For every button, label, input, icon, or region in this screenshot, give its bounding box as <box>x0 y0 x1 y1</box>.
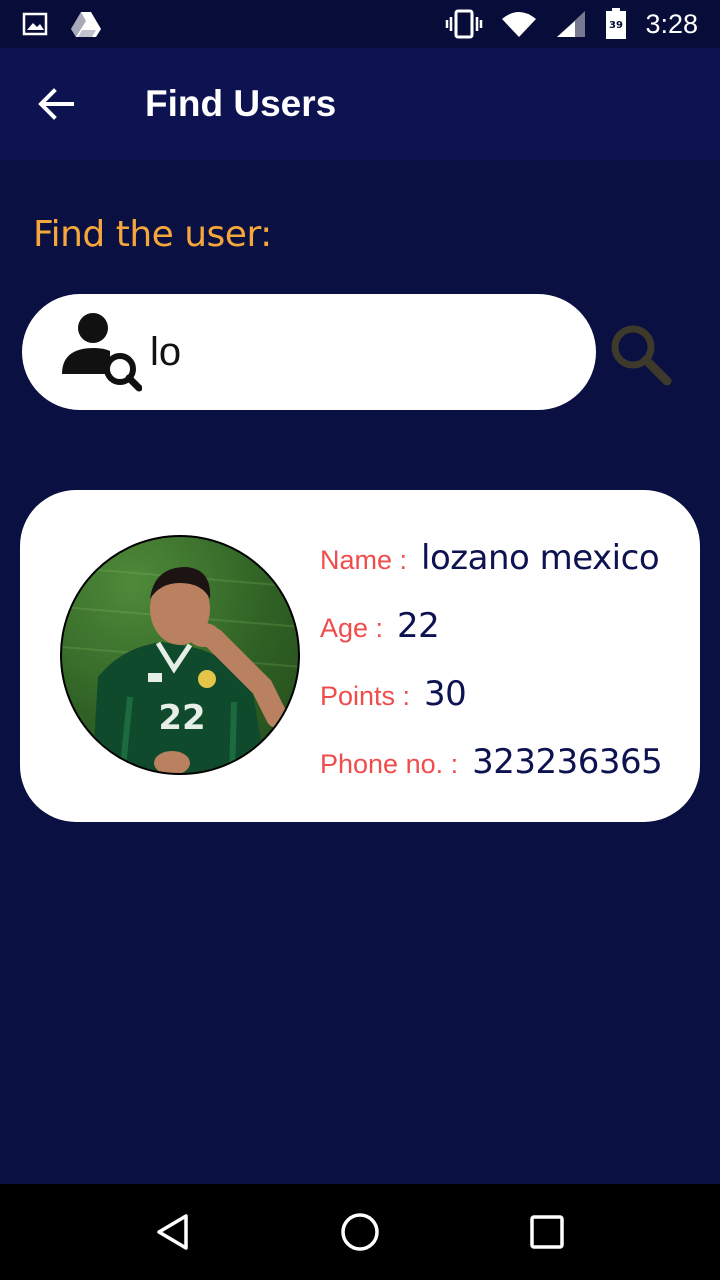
avatar: 22 <box>60 535 300 775</box>
page-title: Find Users <box>145 83 337 124</box>
nav-recents-button[interactable] <box>507 1192 587 1272</box>
status-bar: 39 3:28 <box>0 0 720 48</box>
vibrate-icon <box>446 9 483 39</box>
nav-home-button[interactable] <box>320 1192 400 1272</box>
age-row: Age : 22 <box>320 606 440 646</box>
navigation-bar <box>0 1184 720 1280</box>
phone-label: Phone no. : <box>320 749 459 779</box>
name-label: Name : <box>320 545 408 575</box>
app-bar: Find Users <box>0 48 720 160</box>
player-photo: 22 <box>62 566 298 773</box>
battery-icon: 39 <box>606 8 627 39</box>
search-icon <box>611 325 672 386</box>
recents-square-icon <box>529 1215 564 1249</box>
jersey-number: 22 <box>158 698 205 738</box>
drive-icon <box>71 12 101 37</box>
arrow-back-icon <box>38 88 74 120</box>
status-left <box>22 10 102 38</box>
points-row: Points : 30 <box>320 674 467 714</box>
status-right: 39 3:28 <box>445 8 698 40</box>
image-icon <box>22 12 48 36</box>
search-button[interactable] <box>606 320 676 390</box>
signal-icon <box>557 11 586 37</box>
age-value: 22 <box>397 606 440 646</box>
user-result-card[interactable]: 22 Name : lozano mexico Age : 22 Points … <box>20 490 700 822</box>
name-value: lozano mexico <box>421 538 660 578</box>
user-search-icon <box>62 313 142 392</box>
back-button[interactable] <box>0 48 112 160</box>
age-label: Age : <box>320 613 384 643</box>
points-label: Points : <box>320 681 411 711</box>
points-value: 30 <box>424 674 467 714</box>
phone-row: Phone no. : 323236365 <box>320 742 663 782</box>
wifi-icon <box>502 12 537 37</box>
search-input[interactable] <box>150 322 570 382</box>
phone-value: 323236365 <box>472 742 663 782</box>
search-field[interactable] <box>22 294 596 410</box>
nav-back-button[interactable] <box>133 1192 213 1272</box>
battery-level-text: 39 <box>609 20 623 31</box>
name-row: Name : lozano mexico <box>320 538 660 578</box>
status-time: 3:28 <box>645 8 698 39</box>
find-heading: Find the user: <box>33 214 272 255</box>
home-circle-icon <box>341 1213 379 1251</box>
back-triangle-icon <box>157 1214 189 1250</box>
